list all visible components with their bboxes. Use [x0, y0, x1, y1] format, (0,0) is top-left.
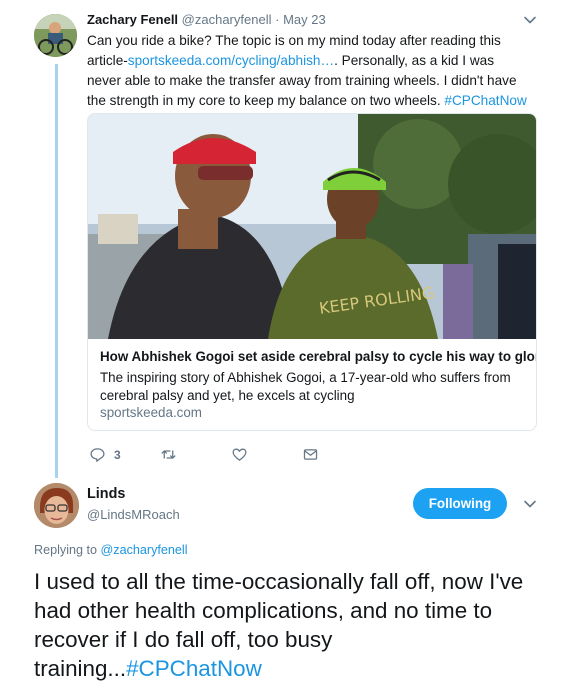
link-preview-card[interactable]: KEEP ROLLING How Abhishek Gogoi set asid… [87, 113, 537, 431]
author-handle[interactable]: @zacharyfenell [182, 12, 272, 27]
hashtag-link[interactable]: #CPChatNow [444, 93, 526, 108]
replying-to: Replying to @zacharyfenell [34, 543, 188, 557]
dot-separator: · [275, 12, 280, 27]
author-name[interactable]: Zachary Fenell [87, 12, 178, 27]
avatar[interactable] [34, 483, 79, 528]
article-link[interactable]: sportskeeda.com/cycling/abhish… [128, 53, 334, 68]
reply-count: 3 [114, 447, 121, 462]
tweet-text: Can you ride a bike? The topic is on my … [87, 31, 527, 111]
reply-icon [90, 448, 105, 462]
tweet-text-part: I used to all the time-occasionally fall… [34, 569, 524, 681]
heart-icon [232, 448, 247, 461]
card-title[interactable]: How Abhishek Gogoi set aside cerebral pa… [100, 349, 536, 364]
card-image: KEEP ROLLING [88, 114, 536, 339]
envelope-icon [303, 449, 318, 460]
author-handle[interactable]: @LindsMRoach [87, 507, 180, 522]
replying-to-label: Replying to [34, 543, 101, 557]
tweet-date[interactable]: May 23 [283, 12, 326, 27]
replying-to-handle[interactable]: @zacharyfenell [101, 543, 188, 557]
following-button[interactable]: Following [413, 488, 507, 519]
retweet-icon [161, 450, 176, 459]
avatar[interactable] [34, 14, 77, 57]
card-domain: sportskeeda.com [100, 405, 202, 420]
thread-connector-line [55, 64, 58, 478]
tweet-header: Zachary Fenell @zacharyfenell · May 23 [87, 12, 326, 27]
reply-button[interactable]: 3 [89, 446, 121, 463]
author-name[interactable]: Linds [87, 486, 125, 502]
like-button[interactable] [231, 446, 248, 463]
card-description: The inspiring story of Abhishek Gogoi, a… [100, 370, 511, 403]
chevron-down-icon[interactable] [522, 496, 538, 512]
tweet-text: I used to all the time-occasionally fall… [34, 567, 554, 683]
hashtag-link[interactable]: #CPChatNow [126, 656, 262, 681]
chevron-down-icon[interactable] [522, 12, 538, 28]
retweet-button[interactable] [160, 446, 177, 463]
direct-message-button[interactable] [302, 446, 319, 463]
